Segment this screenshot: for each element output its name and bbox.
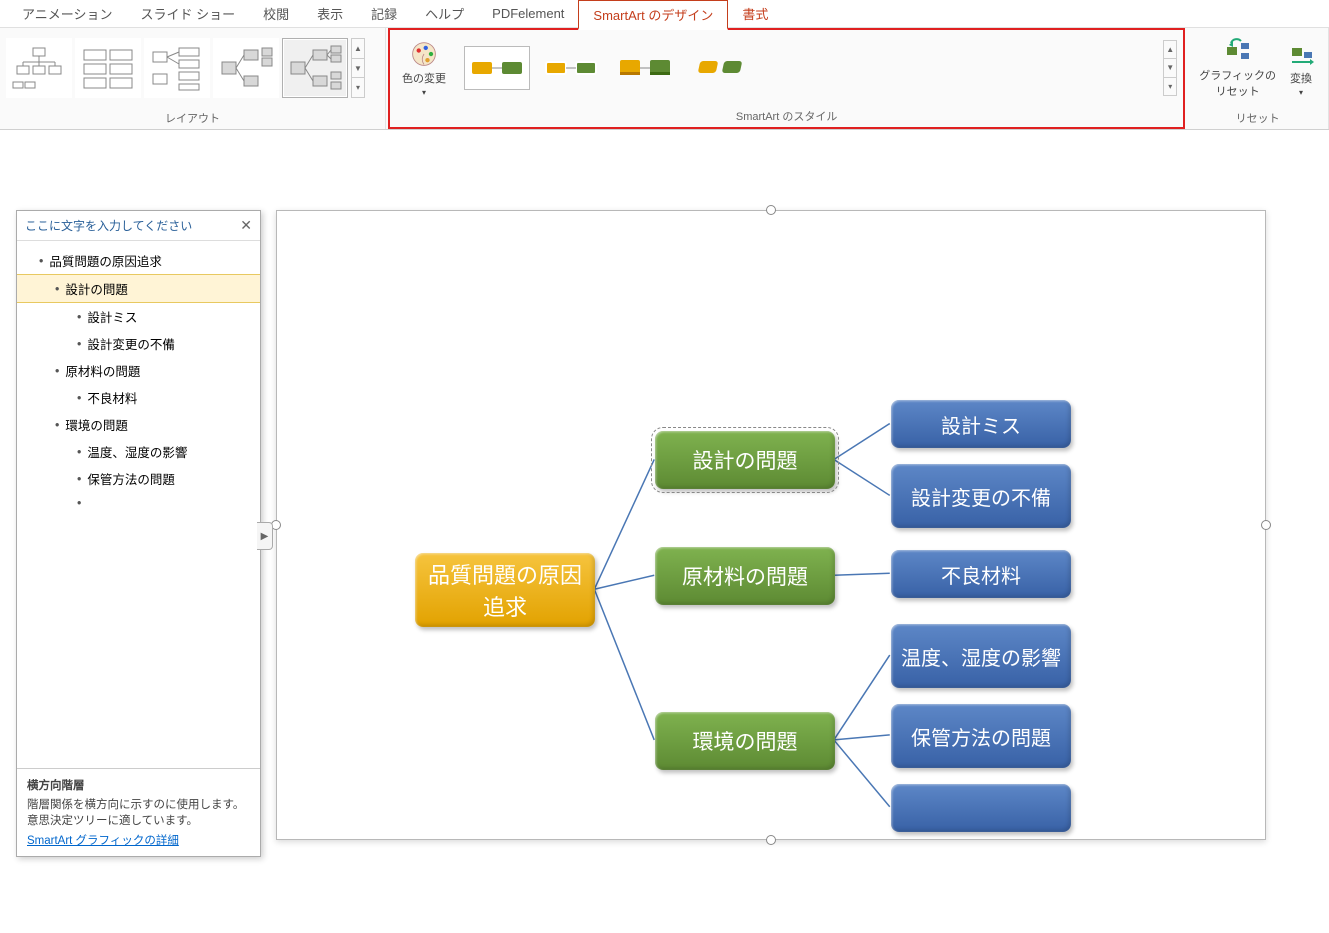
style-gallery [456,46,1159,90]
smartart-node-l1-1[interactable]: 設計の問題 [655,431,835,489]
tab-view[interactable]: 表示 [303,0,357,27]
textpane-item-a[interactable]: 設計の問題 [17,274,260,303]
scroll-more-icon[interactable]: ▾ [1164,78,1176,95]
style-thumb-2[interactable] [538,46,604,90]
tab-slideshow[interactable]: スライド ショー [126,0,249,27]
smartart-node-l2-5[interactable]: 保管方法の問題 [891,704,1071,768]
textpane-item-c2[interactable]: 保管方法の問題 [17,465,260,492]
style-thumb-4[interactable] [686,46,752,90]
tab-review[interactable]: 校閲 [249,0,303,27]
textpane-item-c1[interactable]: 温度、湿度の影響 [17,438,260,465]
ribbon: ▲▼▾ レイアウト 色の変更 ▾ ▲▼▾ SmartArt のスタイル [0,28,1329,130]
textpane-toggle[interactable]: ▶ [257,522,273,550]
slide-canvas[interactable]: 品質問題の原因追求 設計の問題 原材料の問題 環境の問題 設計ミス 設計変更の不… [276,210,1266,840]
style-thumb-1-selected[interactable] [464,46,530,90]
group-reset: グラフィックの リセット 変換 ▾ リセット [1187,28,1329,129]
palette-icon [410,40,438,68]
textpane-header: ここに文字を入力してください [25,217,192,234]
tab-smartart-design[interactable]: SmartArt のデザイン [578,0,728,30]
smartart-text-pane: ここに文字を入力してください ✕ 品質問題の原因追求 設計の問題 設計ミス 設計… [16,210,261,857]
layout-thumb-4[interactable] [213,38,279,98]
textpane-item-a2[interactable]: 設計変更の不備 [17,330,260,357]
textpane-footer: 横方向階層 階層関係を横方向に示すのに使用します。意思決定ツリーに適しています。… [17,768,260,856]
layout-thumb-5-selected[interactable] [282,38,348,98]
scroll-up-icon[interactable]: ▲ [1164,41,1176,59]
scroll-up-icon[interactable]: ▲ [352,39,364,59]
textpane-item-b1[interactable]: 不良材料 [17,384,260,411]
tab-record[interactable]: 記録 [357,0,411,27]
scroll-down-icon[interactable]: ▼ [352,59,364,79]
group-layout: ▲▼▾ レイアウト [0,28,386,129]
style-gallery-scroll[interactable]: ▲▼▾ [1163,40,1177,96]
textpane-item-c[interactable]: 環境の問題 [17,411,260,438]
reset-graphic-label: グラフィックの リセット [1199,67,1276,99]
textpane-item-a1[interactable]: 設計ミス [17,303,260,330]
convert-label: 変換 [1290,70,1312,86]
color-change-label: 色の変更 [402,70,446,86]
group-label-reset: リセット [1187,108,1328,129]
ribbon-tabs: アニメーション スライド ショー 校閲 表示 記録 ヘルプ PDFelement… [0,0,1329,28]
smartart-node-l2-4[interactable]: 温度、湿度の影響 [891,624,1071,688]
chevron-down-icon: ▾ [1299,88,1303,97]
textpane-item-b[interactable]: 原材料の問題 [17,357,260,384]
group-label-layout: レイアウト [0,108,385,129]
tab-pdfelement[interactable]: PDFelement [478,2,578,25]
textpane-footer-title: 横方向階層 [27,777,250,793]
chevron-down-icon: ▾ [422,88,426,97]
layout-thumb-2[interactable] [75,38,141,98]
tab-help[interactable]: ヘルプ [411,0,478,27]
scroll-down-icon[interactable]: ▼ [1164,59,1176,77]
smartart-node-l2-2[interactable]: 設計変更の不備 [891,464,1071,528]
textpane-footer-desc: 階層関係を横方向に示すのに使用します。意思決定ツリーに適しています。 [27,796,250,828]
textpane-item-root[interactable]: 品質問題の原因追求 [17,247,260,274]
convert-button[interactable]: 変換 ▾ [1286,40,1316,97]
layout-thumb-3[interactable] [144,38,210,98]
tab-animation[interactable]: アニメーション [8,0,126,27]
smartart-node-root[interactable]: 品質問題の原因追求 [415,553,595,627]
smartart-node-l2-6[interactable] [891,784,1071,832]
textpane-footer-link[interactable]: SmartArt グラフィックの詳細 [27,832,179,848]
slide-editor: 品質問題の原因追求 設計の問題 原材料の問題 環境の問題 設計ミス 設計変更の不… [0,130,1329,933]
convert-icon [1286,40,1316,68]
reset-graphic-button[interactable]: グラフィックの リセット [1199,37,1276,99]
smartart-graphic[interactable]: 品質問題の原因追求 設計の問題 原材料の問題 環境の問題 設計ミス 設計変更の不… [277,211,1265,839]
layout-gallery[interactable]: ▲▼▾ [6,38,365,98]
reset-graphic-icon [1223,37,1253,65]
layout-thumb-1[interactable] [6,38,72,98]
group-label-styles: SmartArt のスタイル [390,106,1183,127]
color-change-button[interactable]: 色の変更 ▾ [396,36,452,101]
layout-gallery-scroll[interactable]: ▲▼▾ [351,38,365,98]
smartart-node-l2-3[interactable]: 不良材料 [891,550,1071,598]
style-thumb-3[interactable] [612,46,678,90]
textpane-body[interactable]: 品質問題の原因追求 設計の問題 設計ミス 設計変更の不備 原材料の問題 不良材料… [17,241,260,520]
smartart-node-l2-1[interactable]: 設計ミス [891,400,1071,448]
smartart-node-l1-3[interactable]: 環境の問題 [655,712,835,770]
textpane-item-blank[interactable] [17,492,260,514]
smartart-node-l1-2[interactable]: 原材料の問題 [655,547,835,605]
group-smartart-styles: 色の変更 ▾ ▲▼▾ SmartArt のスタイル [388,28,1185,129]
scroll-more-icon[interactable]: ▾ [352,78,364,97]
close-icon[interactable]: ✕ [240,217,252,234]
tab-format[interactable]: 書式 [728,0,782,27]
